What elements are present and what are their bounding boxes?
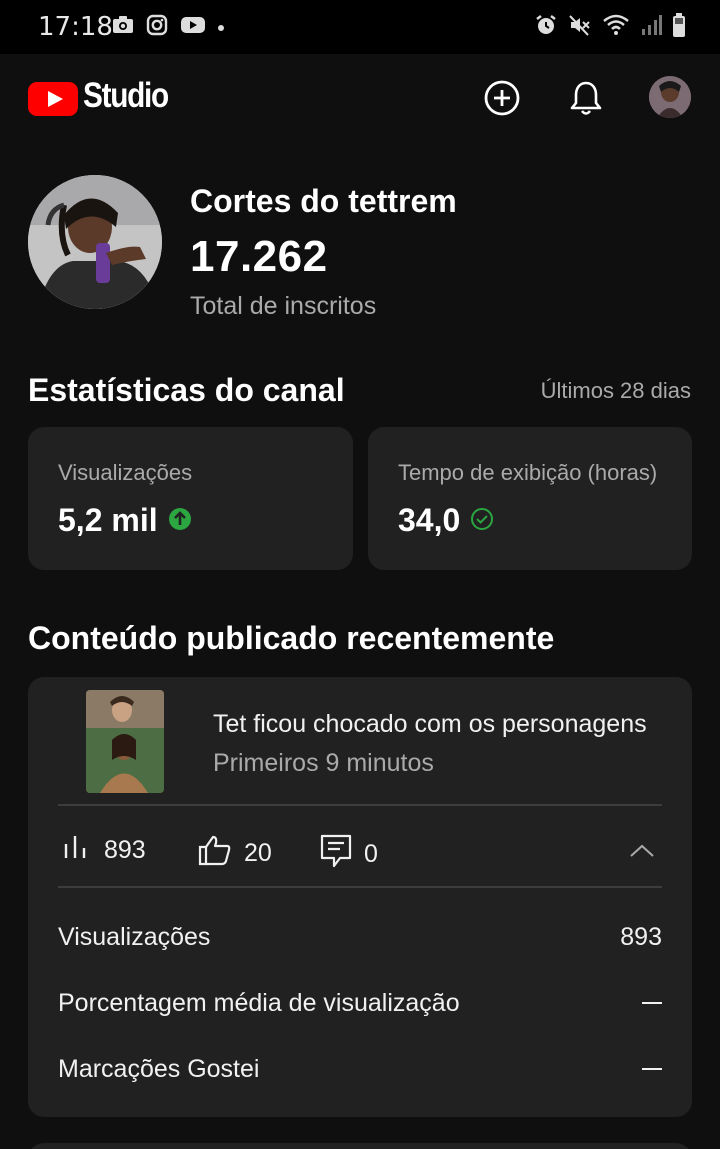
channel-name: Cortes do tettrem — [190, 183, 457, 219]
battery-icon — [672, 12, 686, 43]
instagram-icon — [146, 14, 168, 41]
check-circle-icon — [470, 502, 494, 539]
bell-icon — [570, 81, 602, 115]
detail-label: Visualizações — [58, 923, 211, 951]
stat-value: 34,0 — [398, 502, 461, 538]
signal-icon — [640, 13, 662, 42]
recent-video-card: Tet ficou chocado com os personagens Pri… — [28, 677, 692, 1117]
wifi-icon — [602, 13, 630, 42]
video-title[interactable]: Tet ficou chocado com os personagens — [213, 710, 663, 739]
youtube-icon — [180, 15, 206, 40]
notification-dot — [218, 24, 224, 31]
thumbs-up-icon — [198, 834, 232, 873]
app-bar: Studio — [0, 54, 720, 144]
camera-icon — [112, 15, 134, 40]
chevron-up-icon — [630, 844, 654, 857]
detail-value: 893 — [620, 923, 662, 951]
notifications-button[interactable] — [566, 78, 606, 118]
arrow-up-circle-icon — [168, 502, 192, 539]
youtube-logo-icon[interactable] — [28, 82, 78, 116]
channel-avatar[interactable] — [28, 175, 162, 309]
detail-row-views: Visualizações 893 — [58, 923, 662, 952]
empty-value-dash — [642, 1002, 662, 1004]
detail-label: Porcentagem média de visualização — [58, 989, 460, 1017]
collapse-button[interactable] — [628, 837, 656, 865]
status-time: 17:18 — [38, 12, 113, 42]
comments-count: 0 — [364, 840, 378, 868]
next-content-card[interactable] — [28, 1143, 692, 1149]
video-period: Primeiros 9 minutos — [213, 749, 434, 777]
stat-value: 5,2 mil — [58, 502, 158, 538]
studio-brand[interactable]: Studio — [83, 76, 169, 116]
divider — [58, 804, 662, 806]
detail-label: Marcações Gostei — [58, 1055, 260, 1083]
video-thumbnail[interactable] — [86, 690, 164, 793]
likes-metric[interactable]: 20 — [198, 834, 272, 873]
add-circle-icon — [484, 80, 520, 116]
comment-icon — [320, 834, 352, 875]
mute-icon — [568, 13, 592, 42]
empty-value-dash — [642, 1068, 662, 1070]
likes-count: 20 — [244, 839, 272, 867]
stats-section-title: Estatísticas do canal — [28, 372, 345, 408]
stats-period[interactable]: Últimos 28 dias — [541, 378, 691, 404]
divider — [58, 886, 662, 888]
views-count: 893 — [104, 836, 146, 864]
subscriber-count: 17.262 — [190, 232, 328, 281]
account-avatar[interactable] — [649, 76, 691, 118]
bar-chart-icon — [62, 834, 92, 867]
comments-metric[interactable]: 0 — [320, 834, 378, 875]
alarm-icon — [534, 13, 558, 42]
subscriber-label: Total de inscritos — [190, 292, 377, 320]
create-button[interactable] — [482, 78, 522, 118]
detail-row-avg-percentage: Porcentagem média de visualização — [58, 989, 662, 1018]
stat-label: Visualizações — [58, 460, 193, 485]
status-bar: 17:18 — [0, 0, 720, 54]
recent-section-title: Conteúdo publicado recentemente — [28, 620, 555, 656]
stat-card-views[interactable]: Visualizações 5,2 mil — [28, 427, 353, 570]
detail-row-likes: Marcações Gostei — [58, 1055, 662, 1084]
stat-card-watch-time[interactable]: Tempo de exibição (horas) 34,0 — [368, 427, 692, 570]
stat-label: Tempo de exibição (horas) — [398, 460, 658, 485]
views-metric[interactable]: 893 — [62, 834, 146, 867]
